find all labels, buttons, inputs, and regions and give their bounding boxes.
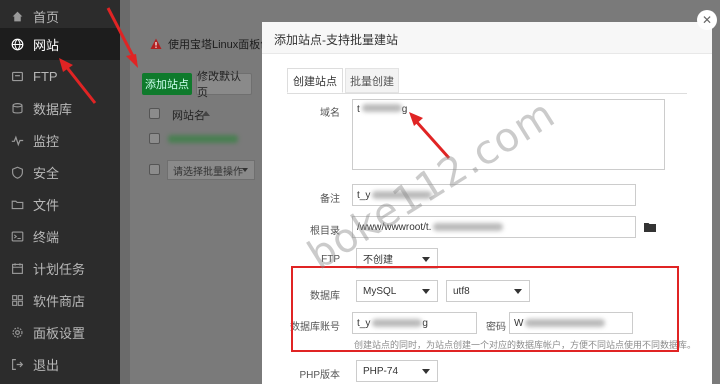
annotation-arrow-to-add	[106, 7, 138, 68]
home-icon	[9, 8, 25, 24]
table-row	[168, 135, 238, 143]
sort-caret-icon[interactable]	[202, 111, 210, 116]
sidebar-item-label: 软件商店	[33, 293, 86, 309]
folder-icon[interactable]	[644, 222, 656, 232]
monitor-icon	[9, 132, 25, 148]
root-dir-blur	[433, 223, 504, 231]
php-version-select[interactable]: PHP-74	[356, 360, 438, 382]
dialog-header: 添加站点-支持批量建站	[262, 22, 712, 54]
sidebar-item-store[interactable]: 软件商店	[0, 284, 120, 316]
apps-icon	[9, 292, 25, 308]
terminal-icon	[9, 228, 25, 244]
folder-icon	[9, 196, 25, 212]
sidebar-item-label: 面板设置	[33, 325, 86, 341]
tab-batch-create[interactable]: 批量创建	[345, 68, 399, 93]
domain-blur	[361, 104, 402, 112]
sidebar-item-files[interactable]: 文件	[0, 188, 120, 220]
batch-checkbox[interactable]	[149, 164, 160, 175]
logout-icon	[9, 356, 25, 372]
sidebar-item-label: 文件	[33, 197, 60, 213]
batch-operation-select[interactable]: 请选择批量操作	[167, 160, 255, 180]
tab-create-site[interactable]: 创建站点	[287, 68, 343, 93]
sidebar-item-monitor[interactable]: 监控	[0, 124, 120, 156]
chevron-down-icon	[422, 369, 430, 374]
chevron-down-icon	[242, 168, 248, 172]
sidebar-item-security[interactable]: 安全	[0, 156, 120, 188]
sidebar-item-label: 终端	[33, 229, 60, 245]
sidebar-item-label: 退出	[33, 357, 60, 373]
shield-icon	[9, 164, 25, 180]
sidebar-item-label: 监控	[33, 133, 60, 149]
row-checkbox[interactable]	[149, 133, 160, 144]
modify-default-page-button[interactable]: 修改默认页	[196, 71, 252, 99]
remark-label: 备注	[320, 194, 340, 205]
select-all-checkbox[interactable]	[149, 108, 160, 119]
close-icon[interactable]: ✕	[697, 10, 717, 30]
ftp-value: 不创建	[363, 255, 393, 266]
database-icon	[9, 100, 25, 116]
php-version-label: PHP版本	[299, 370, 340, 381]
sidebar-item-cron[interactable]: 计划任务	[0, 252, 120, 284]
calendar-icon	[9, 260, 25, 276]
sidebar-item-label: 计划任务	[33, 261, 86, 277]
globe-icon	[9, 36, 25, 52]
sidebar-item-settings[interactable]: 面板设置	[0, 316, 120, 348]
add-site-button[interactable]: 添加站点	[142, 73, 192, 95]
gear-icon	[9, 324, 25, 340]
sidebar-item-label: FTP	[33, 68, 58, 84]
dialog-title: 添加站点-支持批量建站	[274, 33, 398, 47]
sidebar-item-label: 首页	[33, 9, 60, 25]
sidebar-item-logout[interactable]: 退出	[0, 348, 120, 380]
sidebar-item-label: 安全	[33, 165, 60, 181]
chevron-down-icon	[422, 257, 430, 262]
tab-divider	[287, 93, 687, 94]
batch-select-text: 请选择批量操作	[173, 166, 243, 178]
column-site-name[interactable]: 网站名	[172, 107, 205, 123]
domain-label: 域名	[320, 108, 340, 119]
ftp-icon	[9, 68, 25, 84]
php-version-value: PHP-74	[363, 365, 399, 377]
sidebar-item-terminal[interactable]: 终端	[0, 220, 120, 252]
warning-icon	[150, 38, 162, 49]
highlight-box	[291, 266, 679, 352]
annotation-arrow-to-website	[59, 58, 97, 104]
sidebar-item-label: 网站	[33, 37, 60, 53]
domain-value: t	[357, 104, 360, 115]
